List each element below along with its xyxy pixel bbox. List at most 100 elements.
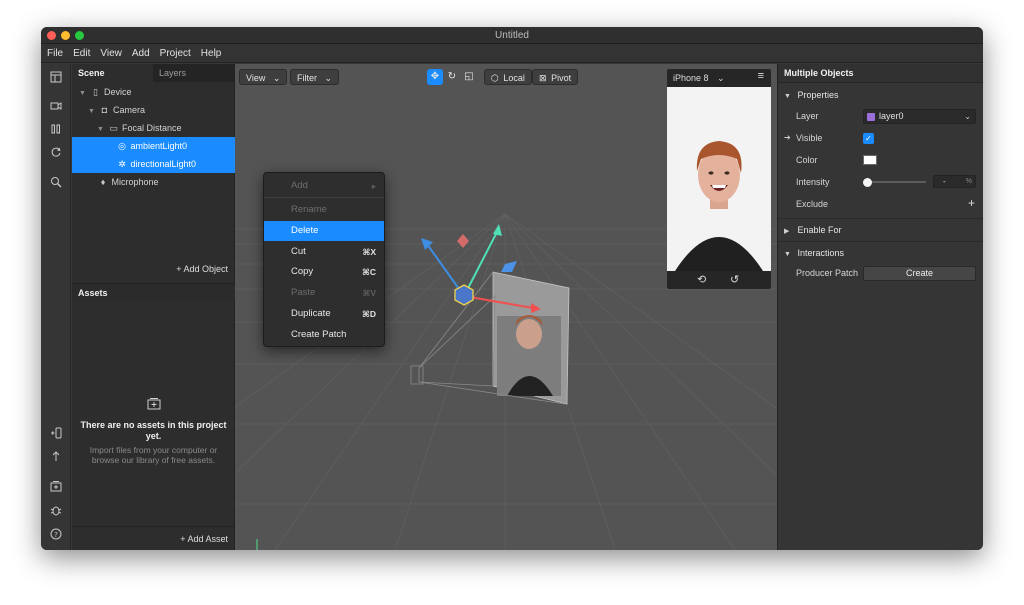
section-properties[interactable]: ▼ Properties [778,84,983,106]
layer-select[interactable]: layer0 ⌄ [863,109,976,124]
menu-item-shortcut: ⌘D [361,309,376,319]
menu-item-delete[interactable]: Delete [264,221,384,241]
assets-empty-icon [72,397,235,413]
device-preview: iPhone 8 ⌄ ≡ ⟲ ↺ [667,69,771,289]
menu-item-shortcut: ⌘X [362,247,376,257]
tree-item-camera[interactable]: ▼ ◘ Camera [72,101,235,119]
tree-item-directional-light[interactable]: ✲ directionalLight0 [72,155,235,173]
tree-item-device[interactable]: ▼ ▯ Device [72,83,235,101]
pivot-button[interactable]: ⊠ Pivot [532,69,579,85]
ambient-light-icon: ◎ [118,141,126,151]
rotate-tool-icon[interactable]: ↻ [444,69,460,85]
pause-icon[interactable] [48,123,64,139]
view-dropdown[interactable]: View ⌄ [239,69,288,85]
filter-dropdown-label: Filter [297,73,317,83]
menu-item-create-patch[interactable]: Create Patch [264,325,384,345]
keyframe-arrow-icon[interactable]: ➔ [784,131,791,145]
layer-select-value: layer0 [879,111,904,121]
intensity-value: - [943,177,946,186]
menu-divider [264,197,384,198]
menu-item-rename[interactable]: Rename [264,200,384,220]
intensity-slider-track[interactable] [868,181,926,183]
filter-dropdown[interactable]: Filter ⌄ [290,69,340,85]
focal-distance-icon: ▭ [109,123,118,133]
upload-icon[interactable] [48,450,64,466]
preview-face-image [667,87,771,271]
chevron-down-icon: ⌄ [964,112,971,121]
tree-item-label: ambientLight0 [130,141,188,151]
inspector-title: Multiple Objects [778,64,983,83]
rotate-preview-icon[interactable]: ⟲ [697,273,706,286]
tree-item-microphone[interactable]: ♦ Microphone [72,173,235,191]
cube-icon: ⬡ [491,73,499,83]
assets-empty-title: There are no assets in this project yet. [80,420,227,441]
restart-icon[interactable] [48,146,64,162]
tree-item-label: Device [104,87,132,97]
section-interactions[interactable]: ▼ Interactions [778,242,983,264]
bug-icon[interactable] [48,504,64,520]
search-icon[interactable] [48,176,64,192]
intensity-slider-knob[interactable] [863,178,872,187]
menu-add[interactable]: Add [132,48,150,59]
hamburger-menu-icon[interactable]: ≡ [758,70,764,82]
section-enable-for[interactable]: ▶ Enable For [778,219,983,241]
menu-view[interactable]: View [100,48,122,59]
color-swatch[interactable] [863,155,877,165]
intensity-label: Intensity [796,177,830,187]
svg-text:?: ? [54,531,58,539]
intensity-unit: % [965,178,972,185]
pivot-button-label: Pivot [551,73,572,83]
restart-preview-icon[interactable]: ↺ [730,273,739,286]
menu-file[interactable]: File [47,48,63,59]
tab-scene[interactable]: Scene [72,64,153,82]
window-title: Untitled [495,30,529,41]
tree-item-focal-distance[interactable]: ▼ ▭ Focal Distance [72,119,235,137]
add-object-button[interactable]: + Add Object [176,264,228,274]
local-button[interactable]: ⬡ Local [484,69,532,85]
library-icon[interactable] [48,480,64,496]
tab-layers[interactable]: Layers [153,64,235,82]
add-device-icon[interactable] [48,427,64,443]
submenu-arrow-icon: ▸ [371,181,376,191]
color-label: Color [796,155,818,165]
scale-tool-icon[interactable]: ◱ [461,69,477,85]
menu-item-add[interactable]: Add ▸ [264,176,384,196]
menu-item-paste[interactable]: Paste ⌘V [264,283,384,303]
menu-item-label: Cut [291,246,306,257]
add-asset-button[interactable]: + Add Asset [180,534,228,544]
menu-item-shortcut: ⌘C [361,267,376,277]
menu-item-cut[interactable]: Cut ⌘X [264,242,384,262]
intensity-input[interactable]: - % [933,175,976,188]
menu-item-copy[interactable]: Copy ⌘C [264,262,384,282]
menu-item-label: Rename [291,204,327,215]
create-producer-patch-button[interactable]: Create [863,266,976,281]
help-icon[interactable]: ? [48,528,64,544]
microphone-icon: ♦ [100,177,106,187]
add-exclude-button[interactable]: + [968,196,975,210]
layer-color-swatch [867,113,875,121]
preview-controls: ⟲ ↺ [667,271,771,289]
section-interactions-label: Interactions [797,248,845,258]
app-window: Untitled File Edit View Add Project Help [41,27,983,550]
collapse-arrow-icon: ▼ [784,93,791,100]
tree-item-label: directionalLight0 [130,159,197,169]
menu-item-label: Duplicate [291,308,331,319]
menu-item-duplicate[interactable]: Duplicate ⌘D [264,304,384,324]
tree-item-ambient-light[interactable]: ◎ ambientLight0 [72,137,235,155]
layout-icon[interactable] [48,71,64,87]
menu-item-label: Add [291,180,308,191]
menu-item-label: Paste [291,287,316,298]
menu-project[interactable]: Project [160,48,191,59]
device-selector[interactable]: iPhone 8 ⌄ [667,69,771,87]
inspector-panel: Multiple Objects ▼ Properties Layer laye… [777,64,983,550]
menu-help[interactable]: Help [201,48,222,59]
video-icon[interactable] [48,100,64,116]
section-properties-label: Properties [797,90,839,100]
menu-edit[interactable]: Edit [73,48,90,59]
directional-light-icon: ✲ [118,159,126,169]
visible-checkbox[interactable]: ✓ [863,133,874,144]
menu-item-label: Delete [291,225,319,236]
move-tool-icon[interactable]: ✥ [427,69,443,85]
camera-icon: ◘ [101,105,108,115]
exclude-label: Exclude [796,199,829,209]
